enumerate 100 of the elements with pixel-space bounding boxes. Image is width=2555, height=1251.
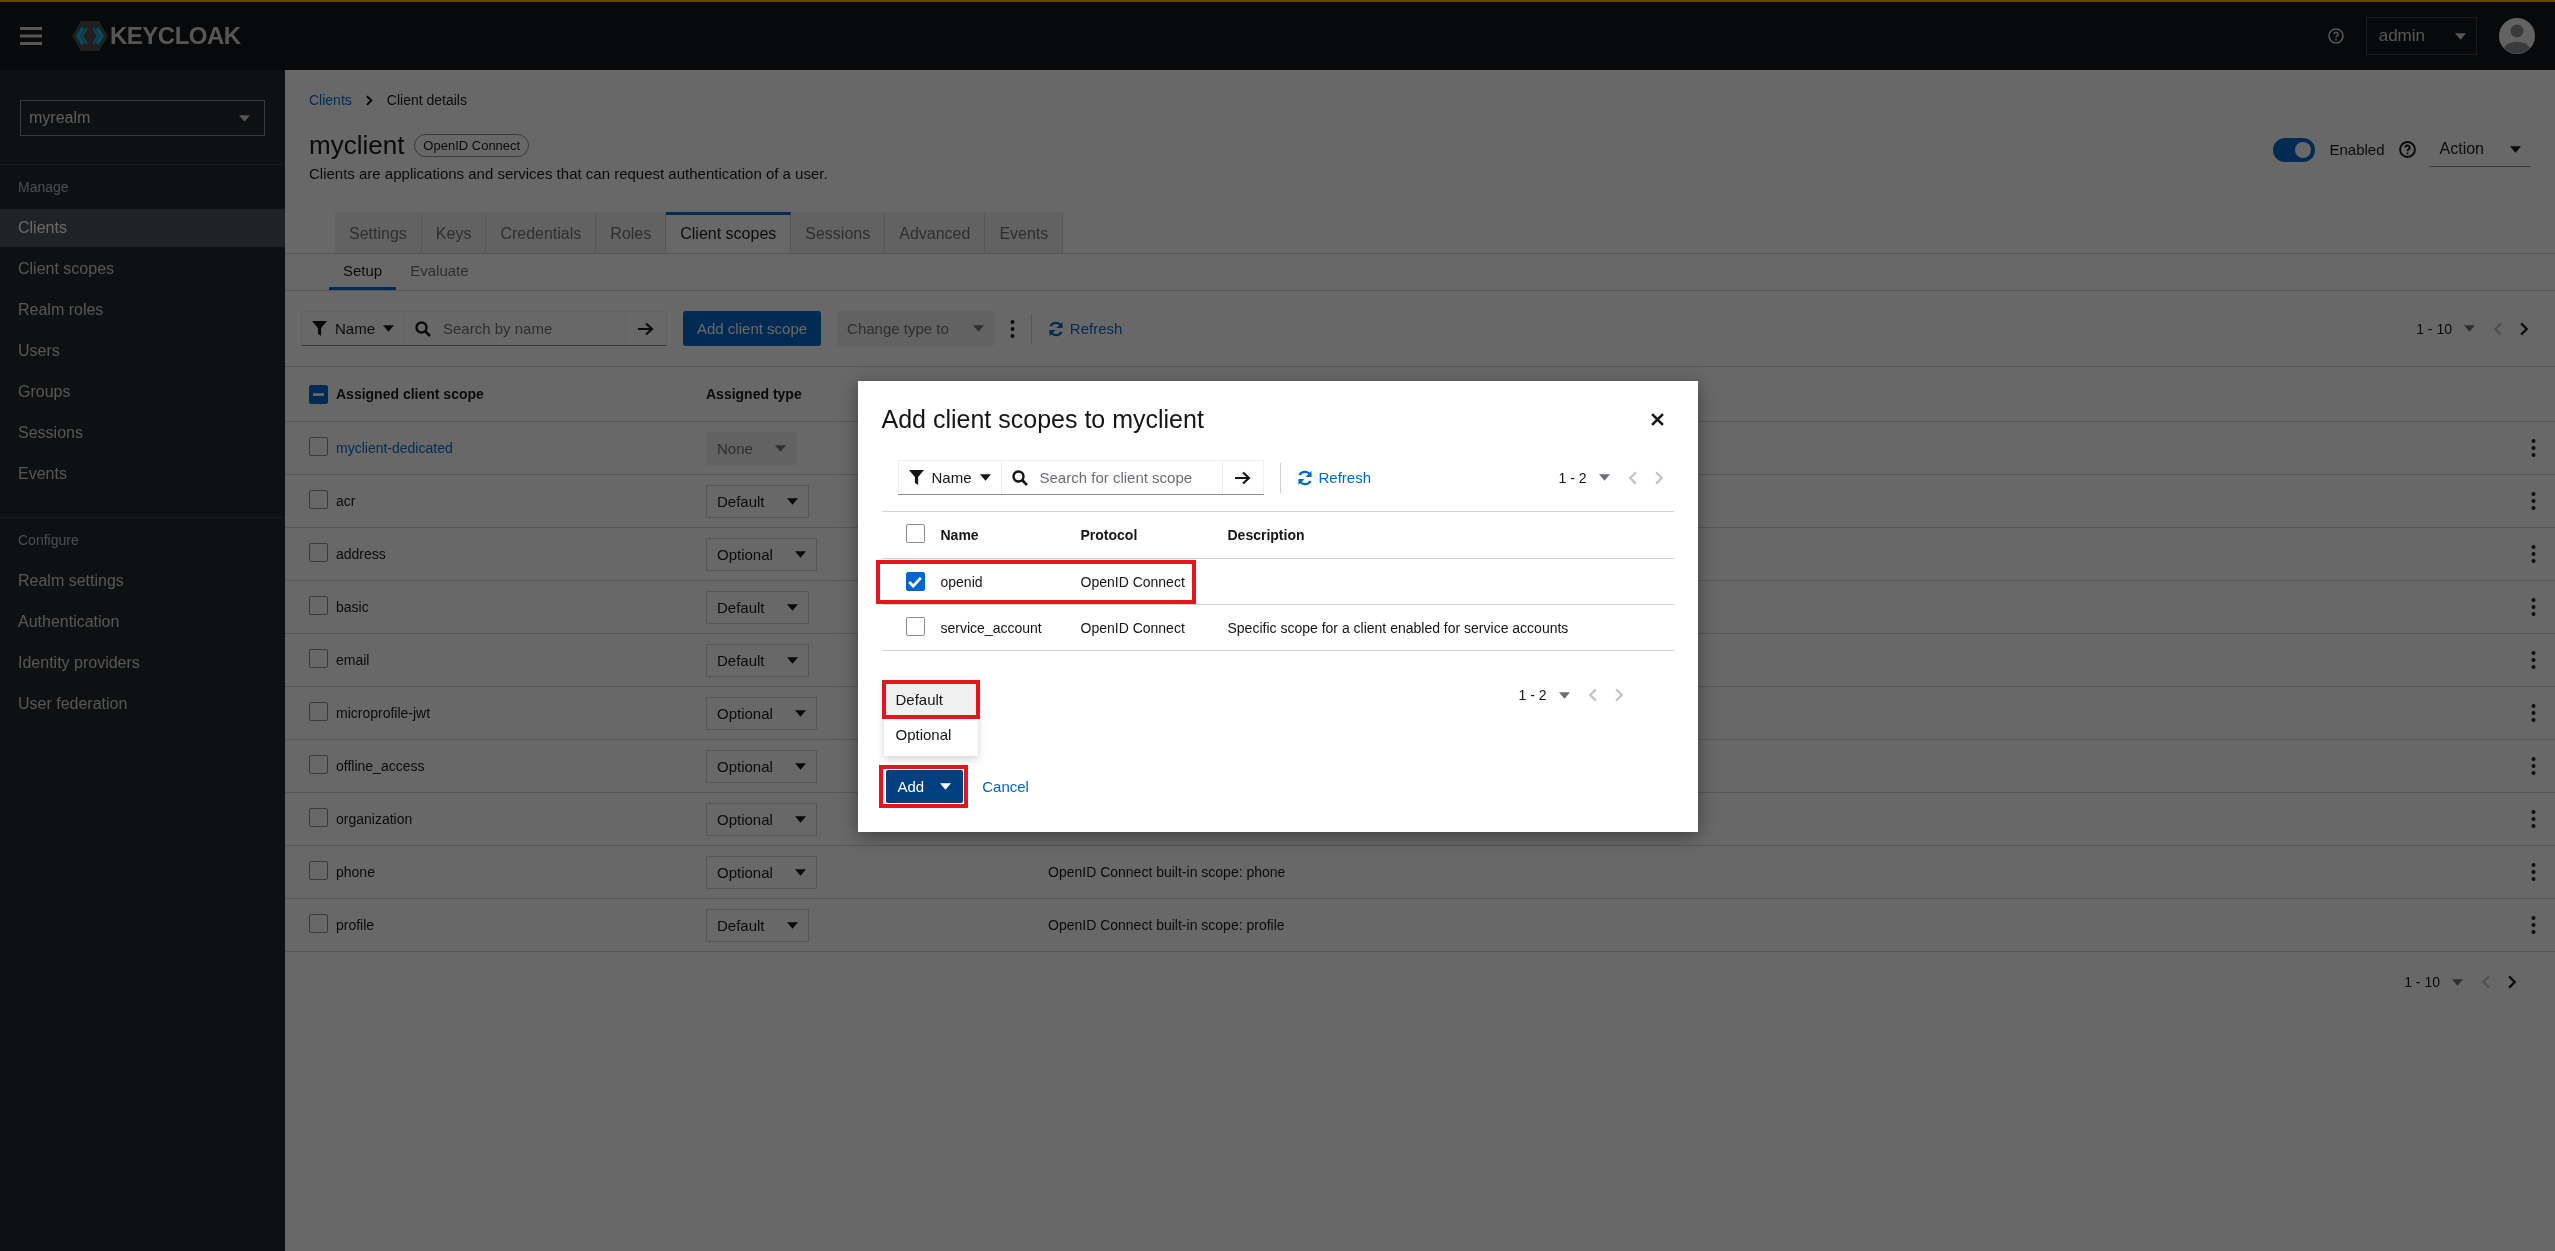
nav-section-title: Manage <box>17 178 70 197</box>
kebab-icon[interactable] <box>2530 598 2536 616</box>
avatar-icon[interactable] <box>2499 18 2535 54</box>
nav-item[interactable]: Identity providers <box>0 644 285 682</box>
nav-item[interactable]: Groups <box>0 373 285 411</box>
search-icon <box>415 320 431 337</box>
type-dropdown[interactable]: Default <box>706 484 809 518</box>
chevron-right-icon[interactable] <box>2520 321 2529 336</box>
filter-icon <box>312 321 327 336</box>
type-dropdown[interactable]: Optional <box>706 696 817 730</box>
pagination-dropdown[interactable]: 1 - 10 <box>2404 974 2463 990</box>
chevron-right-icon[interactable] <box>2508 975 2517 989</box>
cancel-link[interactable]: Cancel <box>982 778 1029 795</box>
chevron-right-icon <box>365 94 373 106</box>
nav-item[interactable]: Realm roles <box>0 291 285 329</box>
checkbox[interactable] <box>309 861 328 880</box>
subtab[interactable]: Setup <box>329 254 397 290</box>
nav-item[interactable]: Authentication <box>0 603 285 641</box>
caret-icon <box>940 783 952 790</box>
column-header: Name <box>940 527 980 543</box>
caret-icon <box>794 550 806 558</box>
nav-item[interactable]: Realm settings <box>0 562 285 600</box>
search-submit-button[interactable] <box>1222 460 1264 494</box>
type-dropdown[interactable]: Optional <box>706 749 817 783</box>
menu-icon[interactable] <box>20 26 42 46</box>
caret-icon <box>794 868 806 876</box>
nav-item[interactable]: Sessions <box>0 414 285 452</box>
pagination-dropdown[interactable]: 1 - 10 <box>2416 320 2475 337</box>
nav-item[interactable]: Users <box>0 332 285 370</box>
checkbox[interactable] <box>309 755 328 774</box>
checkbox[interactable] <box>309 437 328 456</box>
type-dropdown[interactable]: Optional <box>706 855 817 889</box>
type-dropdown[interactable]: Default <box>706 908 809 942</box>
column-header: Description <box>1227 527 1306 543</box>
scope-link[interactable]: myclient-dedicated <box>336 440 453 456</box>
add-client-scope-button[interactable]: Add client scope <box>683 311 822 346</box>
pagination-dropdown[interactable]: 1 - 2 <box>1558 469 1610 486</box>
scope-name: service_account <box>940 619 1043 636</box>
kebab-icon[interactable] <box>2530 545 2536 563</box>
tab[interactable]: Client scopes <box>666 212 792 253</box>
scope-name: profile <box>336 917 375 933</box>
refresh-icon <box>1047 320 1064 337</box>
refresh-button[interactable]: Refresh <box>1296 469 1372 486</box>
nav-item[interactable]: Client scopes <box>0 250 285 288</box>
checkbox[interactable] <box>309 808 328 827</box>
scope-name: acr <box>336 493 356 509</box>
checkbox[interactable] <box>905 572 925 591</box>
scope-description: OpenID Connect built-in scope: phone <box>1048 864 1286 880</box>
type-dropdown[interactable]: Optional <box>706 537 817 571</box>
search-icon <box>1011 469 1028 486</box>
kebab-icon[interactable] <box>2530 704 2536 722</box>
user-dropdown[interactable]: admin <box>2365 17 2477 55</box>
enabled-switch[interactable] <box>2273 137 2316 162</box>
breadcrumb-link[interactable]: Clients <box>309 92 352 108</box>
kebab-icon[interactable] <box>2530 863 2536 881</box>
caret-icon <box>2510 145 2521 153</box>
subtab[interactable]: Evaluate <box>396 254 483 290</box>
type-dropdown[interactable]: Default <box>706 590 809 624</box>
column-header: Protocol <box>1080 527 1139 543</box>
refresh-button[interactable]: Refresh <box>1047 320 1123 337</box>
caret-icon <box>2455 32 2466 40</box>
checkbox[interactable] <box>309 385 328 405</box>
checkbox[interactable] <box>309 596 328 615</box>
checkbox[interactable] <box>309 490 328 509</box>
add-button[interactable]: Add <box>885 770 964 803</box>
caret-icon <box>786 497 798 505</box>
menu-item[interactable]: Optional <box>883 717 978 752</box>
checkbox[interactable] <box>309 543 328 562</box>
hexagon-logo-icon <box>72 20 108 52</box>
close-icon[interactable] <box>1650 413 1664 426</box>
caret-icon <box>786 921 798 929</box>
scope-name: microprofile-jwt <box>336 705 431 721</box>
kebab-icon[interactable] <box>1009 319 1015 338</box>
type-dropdown[interactable]: Optional <box>706 802 817 836</box>
search-field[interactable]: Search by name <box>441 319 615 338</box>
search-field[interactable]: Search for client scope <box>1037 468 1212 487</box>
scope-name: basic <box>336 599 369 615</box>
kebab-icon[interactable] <box>2530 810 2536 828</box>
type-dropdown[interactable]: Default <box>706 643 809 677</box>
kebab-icon[interactable] <box>2530 439 2536 457</box>
kebab-icon[interactable] <box>2530 757 2536 775</box>
nav-item[interactable]: User federation <box>0 685 285 723</box>
checkbox[interactable] <box>905 616 925 636</box>
modal-title: Add client scopes to myclient <box>881 405 1204 434</box>
checkbox[interactable] <box>309 702 328 721</box>
nav-item[interactable]: Clients <box>0 209 285 247</box>
nav-section-title: Configure <box>17 531 80 550</box>
checkbox[interactable] <box>905 524 925 543</box>
scope-name: organization <box>336 811 413 827</box>
kebab-icon[interactable] <box>2530 651 2536 669</box>
kebab-icon[interactable] <box>2530 492 2536 510</box>
checkbox[interactable] <box>309 649 328 668</box>
realm-select[interactable]: myrealm <box>20 100 265 136</box>
help-icon[interactable] <box>2398 141 2416 158</box>
filter-dropdown[interactable]: Name <box>897 460 1002 494</box>
filter-dropdown[interactable]: Name <box>301 311 405 345</box>
nav-item[interactable]: Events <box>0 455 285 493</box>
pagination-dropdown[interactable]: 1 - 2 <box>1518 687 1570 703</box>
kebab-icon[interactable] <box>2530 916 2536 934</box>
checkbox[interactable] <box>309 914 328 933</box>
